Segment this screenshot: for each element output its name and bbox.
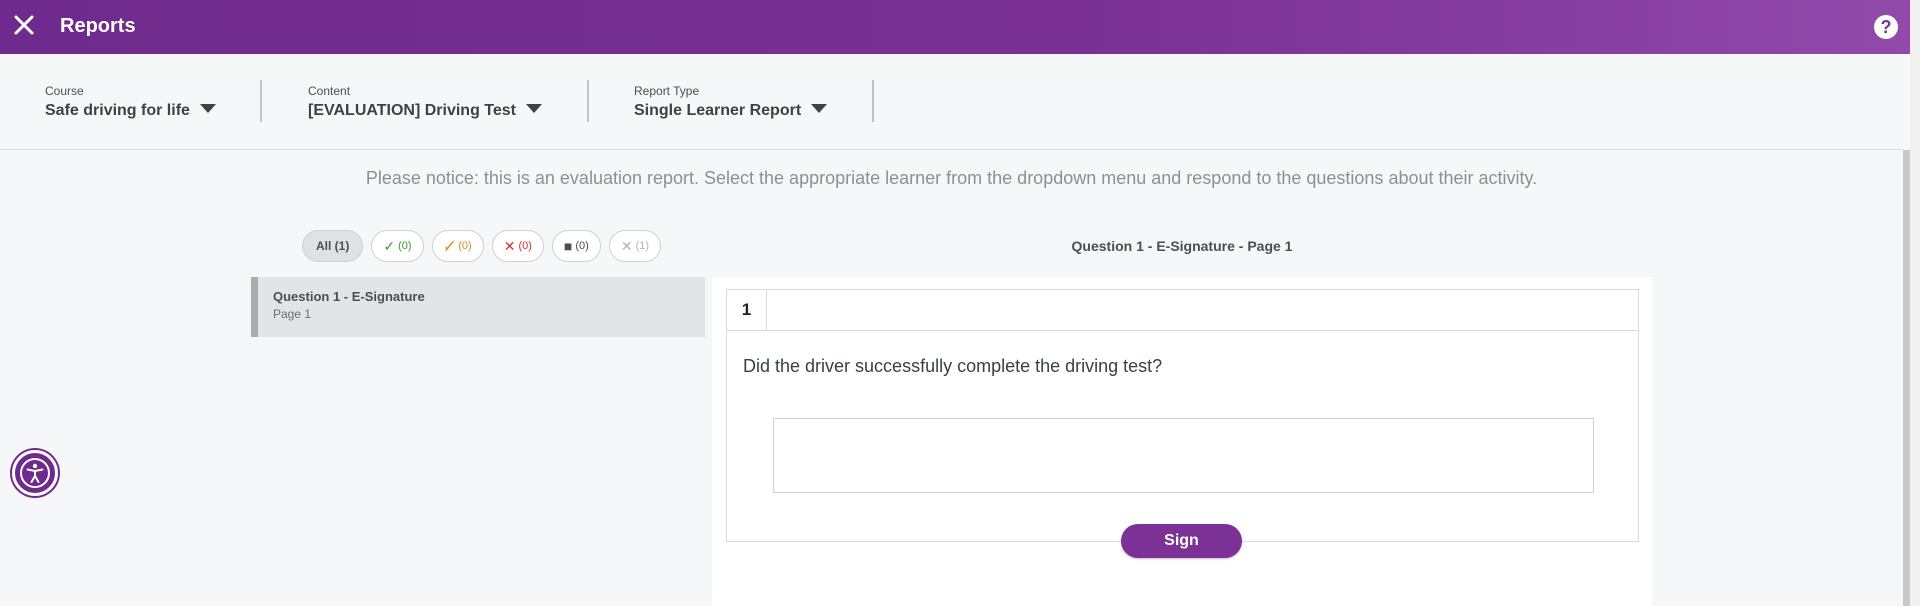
course-value: Safe driving for life bbox=[45, 102, 190, 119]
question-header: Question 1 - E-Signature - Page 1 bbox=[1071, 238, 1293, 254]
chip-incorrect-count: (0) bbox=[518, 240, 532, 252]
content-dropdown[interactable]: Content [EVALUATION] Driving Test bbox=[308, 84, 542, 120]
chevron-down-icon bbox=[199, 104, 216, 113]
chevron-down-icon bbox=[811, 104, 828, 113]
divider bbox=[260, 80, 262, 122]
report-type-dropdown[interactable]: Report Type Single Learner Report bbox=[634, 84, 828, 120]
sign-button[interactable]: Sign bbox=[1121, 524, 1242, 558]
question-panel: 1 Did the driver successfully complete t… bbox=[712, 277, 1652, 606]
accessibility-icon bbox=[20, 458, 50, 488]
question-card: 1 Did the driver successfully complete t… bbox=[726, 289, 1639, 542]
chip-all[interactable]: All (1) bbox=[302, 230, 364, 262]
x-icon: ✕ bbox=[503, 238, 516, 254]
chip-skipped[interactable]: ✕ (1) bbox=[608, 230, 662, 262]
course-label: Course bbox=[45, 84, 84, 98]
scrollbar-thumb[interactable] bbox=[1903, 150, 1910, 606]
question-number: 1 bbox=[727, 290, 767, 330]
chip-ungraded-count: (0) bbox=[575, 240, 589, 252]
question-number-row: 1 bbox=[727, 290, 1638, 331]
square-icon: ■ bbox=[563, 238, 573, 254]
page-title: Reports bbox=[60, 15, 136, 37]
list-item-subtitle: Page 1 bbox=[273, 307, 312, 321]
chip-all-label: All (1) bbox=[316, 239, 350, 253]
filter-chips: All (1) ✓ (0) ✓̸ (0) ✕ (0) ■ (0) ✕ (1) bbox=[302, 230, 662, 262]
evaluation-notice: Please notice: this is an evaluation rep… bbox=[365, 168, 1538, 188]
close-button[interactable] bbox=[12, 13, 36, 41]
list-item[interactable]: Question 1 - E-Signature Page 1 bbox=[251, 277, 705, 337]
signature-pad[interactable] bbox=[773, 418, 1594, 493]
check-icon: ✓ bbox=[383, 238, 396, 254]
x-icon: ✕ bbox=[620, 238, 633, 254]
accessibility-button[interactable] bbox=[12, 450, 58, 496]
help-button[interactable]: ? bbox=[1874, 15, 1898, 39]
scrollbar-track[interactable] bbox=[1910, 0, 1920, 606]
filter-bar: Course Safe driving for life Content [EV… bbox=[0, 54, 1903, 150]
chip-skipped-count: (1) bbox=[635, 240, 650, 252]
chip-incorrect[interactable]: ✕ (0) bbox=[491, 230, 544, 262]
chip-partial[interactable]: ✓̸ (0) bbox=[431, 230, 484, 262]
chip-correct[interactable]: ✓ (0) bbox=[371, 230, 424, 262]
chip-correct-count: (0) bbox=[398, 240, 412, 252]
chip-partial-count: (0) bbox=[458, 240, 472, 252]
close-icon bbox=[14, 15, 34, 35]
list-item-title: Question 1 - E-Signature bbox=[273, 289, 425, 304]
content-value: [EVALUATION] Driving Test bbox=[308, 102, 516, 119]
divider bbox=[587, 80, 589, 122]
top-bar: Reports ? bbox=[0, 0, 1910, 54]
content-label: Content bbox=[308, 84, 351, 98]
divider bbox=[872, 80, 874, 122]
help-icon: ? bbox=[1880, 16, 1892, 37]
chevron-down-icon bbox=[526, 104, 542, 113]
course-dropdown[interactable]: Course Safe driving for life bbox=[45, 84, 216, 120]
report-type-label: Report Type bbox=[634, 84, 700, 98]
question-text: Did the driver successfully complete the… bbox=[743, 356, 1163, 376]
partial-check-icon: ✓̸ bbox=[443, 238, 456, 254]
chip-ungraded[interactable]: ■ (0) bbox=[551, 230, 601, 262]
report-type-value: Single Learner Report bbox=[634, 102, 802, 119]
